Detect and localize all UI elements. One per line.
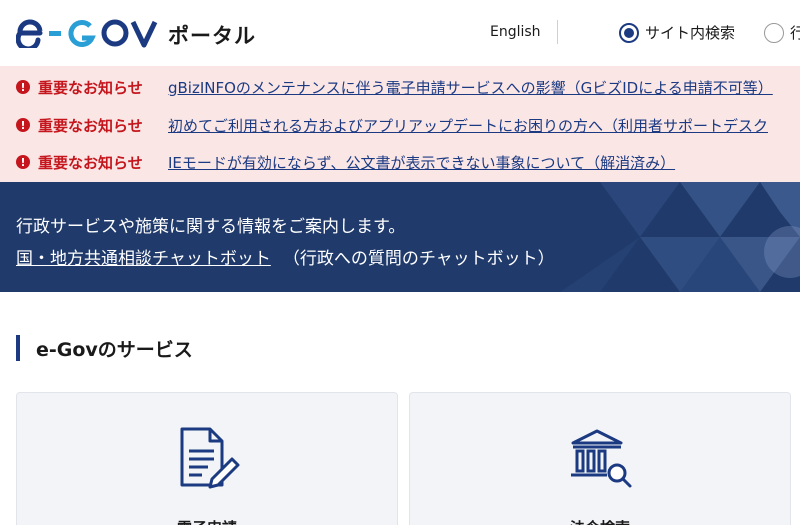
notice-tag: 重要なお知らせ xyxy=(38,153,143,172)
site-search-radio[interactable]: サイト内検索 xyxy=(619,22,735,43)
chatbot-note: （行政への質問のチャットボット） xyxy=(282,249,555,269)
egov-logo-mark xyxy=(16,19,158,48)
site-search-label: サイト内検索 xyxy=(645,24,736,42)
alert-exclamation-icon: ! xyxy=(16,80,30,94)
service-card-law-search[interactable]: 法令検索 xyxy=(409,392,791,525)
important-notices: ! 重要なお知らせ gBizINFOのメンテナンスに伴う電子申請サービスへの影響… xyxy=(0,66,800,182)
service-card-e-application[interactable]: 電子申請 xyxy=(16,392,398,525)
chatbot-link[interactable]: 国・地方共通相談チャットボット xyxy=(16,249,271,269)
header-divider xyxy=(557,20,558,44)
notice-link[interactable]: IEモードが有効にならず、公文書が表示できない事象について（解消済み） xyxy=(168,152,675,173)
hero-banner: 行政サービスや施策に関する情報をご案内します。 国・地方共通相談チャットボット （… xyxy=(0,182,800,292)
notice-link[interactable]: 初めてご利用される方およびアプリアップデートにお困りの方へ（利用者サポートデスク xyxy=(168,115,768,136)
notice-item: ! 重要なお知らせ gBizINFOのメンテナンスに伴う電子申請サービスへの影響… xyxy=(16,75,773,99)
gov-search-label: 行 xyxy=(790,24,800,42)
banner-intro: 行政サービスや施策に関する情報をご案内します。 xyxy=(16,217,406,237)
radio-unchecked-icon xyxy=(764,22,784,43)
alert-exclamation-icon: ! xyxy=(16,155,30,169)
law-building-search-icon xyxy=(571,429,632,488)
service-card-label: 法令検索 xyxy=(410,517,790,525)
banner-chatbot-line: 国・地方共通相談チャットボット （行政への質問のチャットボット） xyxy=(16,244,555,269)
service-card-label: 電子申請 xyxy=(17,517,397,525)
radio-checked-icon xyxy=(619,22,639,43)
notice-tag: 重要なお知らせ xyxy=(38,78,143,97)
notice-link[interactable]: gBizINFOのメンテナンスに伴う電子申請サービスへの影響（GビズIDによる申… xyxy=(168,77,773,98)
document-edit-icon xyxy=(180,427,240,489)
alert-exclamation-icon: ! xyxy=(16,118,30,132)
site-header: ポータル English サイト内検索 行 xyxy=(0,0,800,66)
notice-item: ! 重要なお知らせ IEモードが有効にならず、公文書が表示できない事象について（… xyxy=(16,150,675,174)
english-link[interactable]: English xyxy=(490,24,541,40)
egov-logo[interactable] xyxy=(16,18,160,48)
notice-tag: 重要なお知らせ xyxy=(38,116,143,135)
logo-subtitle: ポータル xyxy=(168,24,256,48)
banner-decoration xyxy=(560,182,800,292)
gov-search-radio[interactable]: 行 xyxy=(764,22,800,43)
services-heading: e-Govのサービス xyxy=(16,335,193,361)
notice-item: ! 重要なお知らせ 初めてご利用される方およびアプリアップデートにお困りの方へ（… xyxy=(16,113,768,137)
